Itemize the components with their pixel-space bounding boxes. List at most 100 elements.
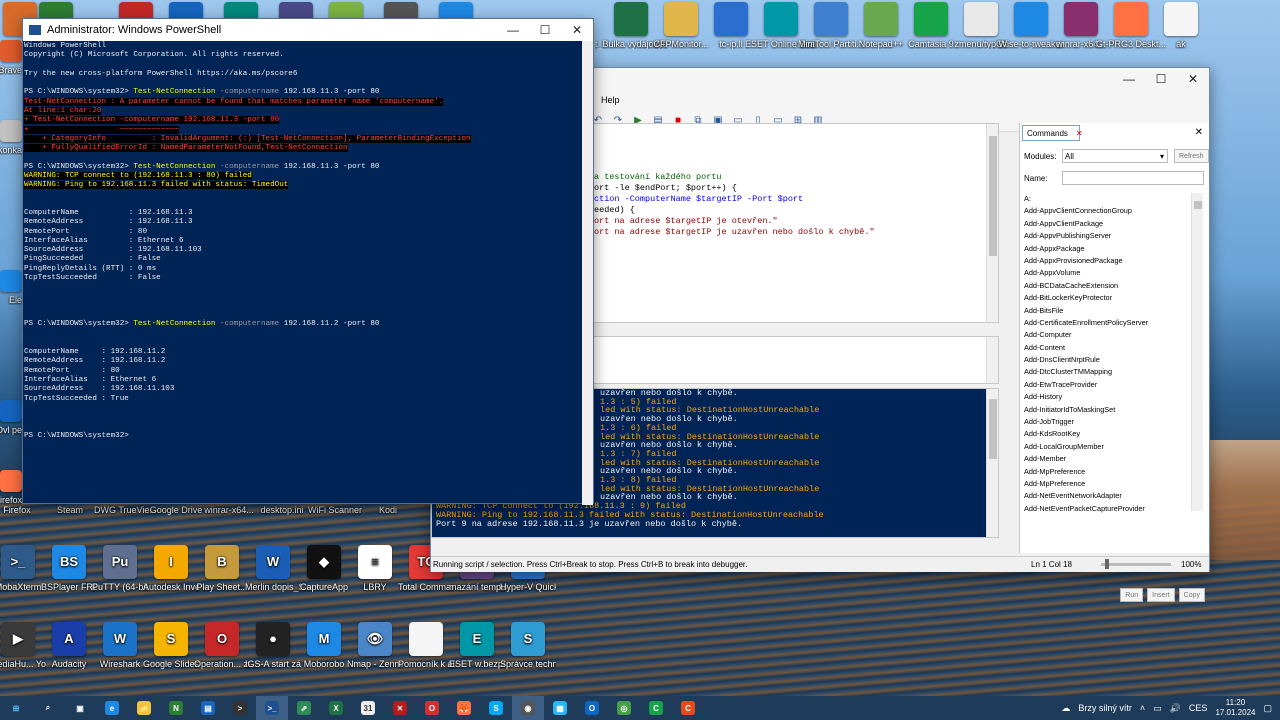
console-scrollbar[interactable] [986, 389, 998, 537]
command-item[interactable]: Add-History [1024, 391, 1206, 403]
insert-button[interactable]: Insert [1147, 588, 1175, 602]
desktop-icon[interactable]: Brave [0, 40, 22, 75]
taskbar-notepad-button[interactable]: N [160, 696, 192, 720]
command-item[interactable]: Add-LocalGroupMember [1024, 441, 1206, 453]
desktop-icon[interactable]: desktop.ini [253, 505, 311, 515]
taskbar-terminal-button[interactable]: > [224, 696, 256, 720]
taskbar-start-button[interactable]: ⊞ [0, 696, 32, 720]
ps-console-output[interactable]: Windows PowerShell Copyright (C) Microsof… [23, 41, 583, 505]
desktop-icon[interactable]: B Play Sheet... [194, 545, 250, 592]
desktop-icon[interactable]: Ovl pe [0, 400, 22, 435]
command-item[interactable]: Add-AppvPublishingServer [1024, 230, 1206, 242]
copy-button[interactable]: Copy [1178, 588, 1205, 602]
command-item[interactable]: Add-BitLockerKeyProtector [1024, 292, 1206, 304]
commands-list[interactable]: A: Add-AppvClientConnectionGroup Add-AppvC… [1024, 193, 1206, 577]
ise-maximize-button[interactable]: ☐ [1145, 68, 1177, 90]
zoom-slider[interactable] [1101, 559, 1171, 569]
desktop-icon[interactable]: ◆ CaptureApp [296, 545, 352, 592]
ps-minimize-button[interactable]: — [497, 19, 529, 41]
taskbar-edge-button[interactable]: e [96, 696, 128, 720]
desktop-icon[interactable]: ak [1145, 2, 1217, 49]
command-item[interactable]: Add-MpPreference [1024, 478, 1206, 490]
command-item[interactable]: Add-NetEventNetworkAdapter [1024, 490, 1206, 502]
desktop-icon[interactable]: Ikonka [0, 120, 22, 155]
command-item[interactable]: Add-AppvClientPackage [1024, 218, 1206, 230]
ise-close-button[interactable]: ✕ [1177, 68, 1209, 90]
command-item[interactable]: Add-InitiatorIdToMaskingSet [1024, 404, 1206, 416]
weather-text[interactable]: Brzy silný vítr [1078, 703, 1132, 713]
command-item[interactable]: Add-AppxVolume [1024, 267, 1206, 279]
command-item[interactable]: Add-Member [1024, 453, 1206, 465]
output-scrollbar[interactable] [986, 337, 998, 383]
command-item[interactable]: Add-Content [1024, 342, 1206, 354]
desktop-icon[interactable]: >_ MobaXterm [0, 545, 46, 592]
taskbar-calendar-button[interactable]: 31 [352, 696, 384, 720]
taskbar-store-button[interactable]: ▦ [544, 696, 576, 720]
desktop-icon[interactable]: DWG TrueVie... [94, 505, 152, 515]
desktop-icon[interactable]: Pomocník k aktualizaci... [398, 622, 454, 669]
ps-close-button[interactable]: ✕ [561, 19, 593, 41]
command-item[interactable]: Add-NetEventPacketCaptureProvider [1024, 503, 1206, 515]
modules-select[interactable]: All ▾ [1062, 149, 1168, 163]
taskbar-app-red-button[interactable]: C [672, 696, 704, 720]
taskbar-obs-button[interactable]: ◉ [512, 696, 544, 720]
command-item[interactable]: A: [1024, 193, 1206, 205]
desktop-icon[interactable]: S Správce technologie... [500, 622, 556, 669]
desktop-icon[interactable]: S Google Slides [143, 622, 199, 669]
command-item[interactable]: Add-AppxPackage [1024, 243, 1206, 255]
taskbar-outlook-button[interactable]: O [576, 696, 608, 720]
command-item[interactable]: Add-CertificateEnrollmentPolicyServer [1024, 317, 1206, 329]
taskbar-excel-button[interactable]: X [320, 696, 352, 720]
desktop-icon[interactable]: BS BSPlayer FREE [41, 545, 97, 592]
run-button[interactable]: Run [1120, 588, 1144, 602]
taskbar-opera-button[interactable]: O [416, 696, 448, 720]
desktop-icon[interactable]: O Operation... zástupce [194, 622, 250, 669]
ise-minimize-button[interactable]: — [1113, 68, 1145, 90]
command-item[interactable]: Add-KdsRootKey [1024, 428, 1206, 440]
command-item[interactable]: Add-DnsClientNrptRule [1024, 354, 1206, 366]
commands-scrollbar[interactable] [1191, 193, 1203, 511]
chevron-up-icon[interactable]: ˄ [1140, 703, 1145, 713]
close-addon-icon[interactable]: ✕ [1195, 127, 1203, 138]
command-item[interactable]: Add-BitsFile [1024, 305, 1206, 317]
desktop-icon[interactable]: Kodi [359, 505, 417, 515]
taskbar-file-explorer-button[interactable]: 📁 [128, 696, 160, 720]
command-item[interactable]: Add-Computer [1024, 329, 1206, 341]
desktop-icon[interactable]: ● IGS-A start zástupce [245, 622, 301, 669]
desktop-icon[interactable]: M Moborobo [296, 622, 352, 669]
desktop-icon[interactable]: WiFi Scanner [306, 505, 364, 515]
command-item[interactable]: Add-JobTrigger [1024, 416, 1206, 428]
taskbar-app-x-button[interactable]: ✕ [384, 696, 416, 720]
taskbar-camtasia-button[interactable]: C [640, 696, 672, 720]
command-item[interactable]: Add-MpPreference [1024, 466, 1206, 478]
name-input[interactable] [1062, 171, 1204, 185]
desktop-icon[interactable]: W Wireshark [92, 622, 148, 669]
desktop-icon[interactable]: E ESET w.bezpeč... [449, 622, 505, 669]
taskbar-task-view-button[interactable]: ▣ [64, 696, 96, 720]
command-item[interactable]: Add-AppvClientConnectionGroup [1024, 205, 1206, 217]
taskbar-chrome-button[interactable]: ◎ [608, 696, 640, 720]
desktop-icon[interactable]: A Audacity [41, 622, 97, 669]
refresh-button[interactable]: Refresh [1174, 149, 1209, 163]
desktop-icon[interactable]: winrar-x64... [200, 505, 258, 515]
command-item[interactable]: Add-EtwTraceProvider [1024, 379, 1206, 391]
desktop-icon[interactable]: Firefox [0, 505, 46, 515]
taskbar-powershell-ise-button[interactable]: ⇗ [288, 696, 320, 720]
weather-icon[interactable]: ☁ [1061, 703, 1070, 714]
desktop-icon[interactable]: 👁 Nmap - Zenmap GUI [347, 622, 403, 669]
taskbar-firefox-button[interactable]: 🦊 [448, 696, 480, 720]
menu-help[interactable]: Help [601, 95, 620, 105]
desktop-icon[interactable]: ▶ MediaHu... YouTube D... [0, 622, 46, 669]
desktop-icon[interactable]: Ele [0, 270, 22, 305]
command-item[interactable]: Add-DtcClusterTMMapping [1024, 366, 1206, 378]
clock[interactable]: 11:20 17.01.2024 [1215, 698, 1255, 718]
desktop-icon[interactable]: Google Drive [147, 505, 205, 515]
command-item[interactable]: Add-BCDataCacheExtension [1024, 280, 1206, 292]
desktop-icon[interactable]: Pu PuTTY (64-bit) [92, 545, 148, 592]
volume-icon[interactable]: 🔊 [1170, 703, 1181, 714]
close-icon[interactable]: ✕ [1076, 129, 1083, 138]
desktop-icon[interactable]: I Autodesk Inventor Vie... [143, 545, 199, 592]
taskbar-save-button[interactable]: ▤ [192, 696, 224, 720]
taskbar-skype-button[interactable]: S [480, 696, 512, 720]
taskbar-search-button[interactable]: ⌕ [32, 696, 64, 720]
